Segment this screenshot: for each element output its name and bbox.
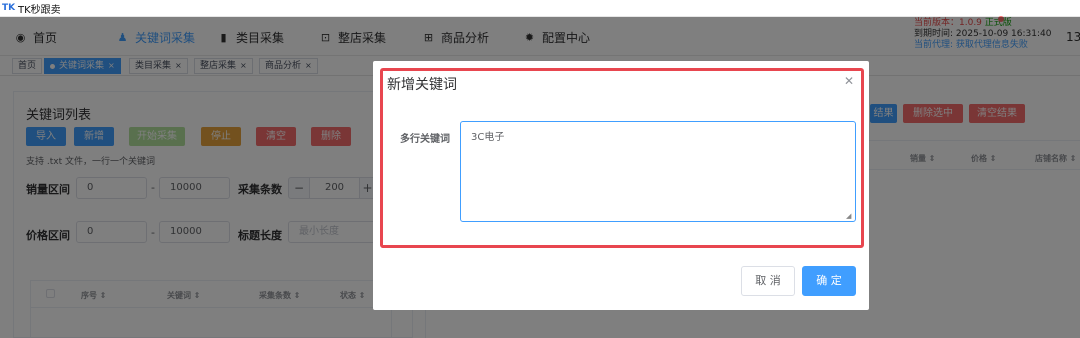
- keywords-field-label: 多行关键词: [400, 134, 450, 145]
- cancel-button[interactable]: 取 消: [741, 266, 795, 296]
- close-icon[interactable]: ✕: [844, 74, 854, 88]
- window-title: TK秒跟卖: [18, 4, 61, 16]
- confirm-button[interactable]: 确 定: [802, 266, 856, 296]
- resize-grip-icon[interactable]: ◢: [846, 212, 854, 220]
- dialog-title: 新增关键词: [387, 77, 457, 93]
- keywords-textarea[interactable]: 3C电子: [460, 121, 856, 222]
- app-logo-icon: TK: [2, 3, 16, 13]
- window-titlebar: TK TK秒跟卖: [0, 0, 1080, 17]
